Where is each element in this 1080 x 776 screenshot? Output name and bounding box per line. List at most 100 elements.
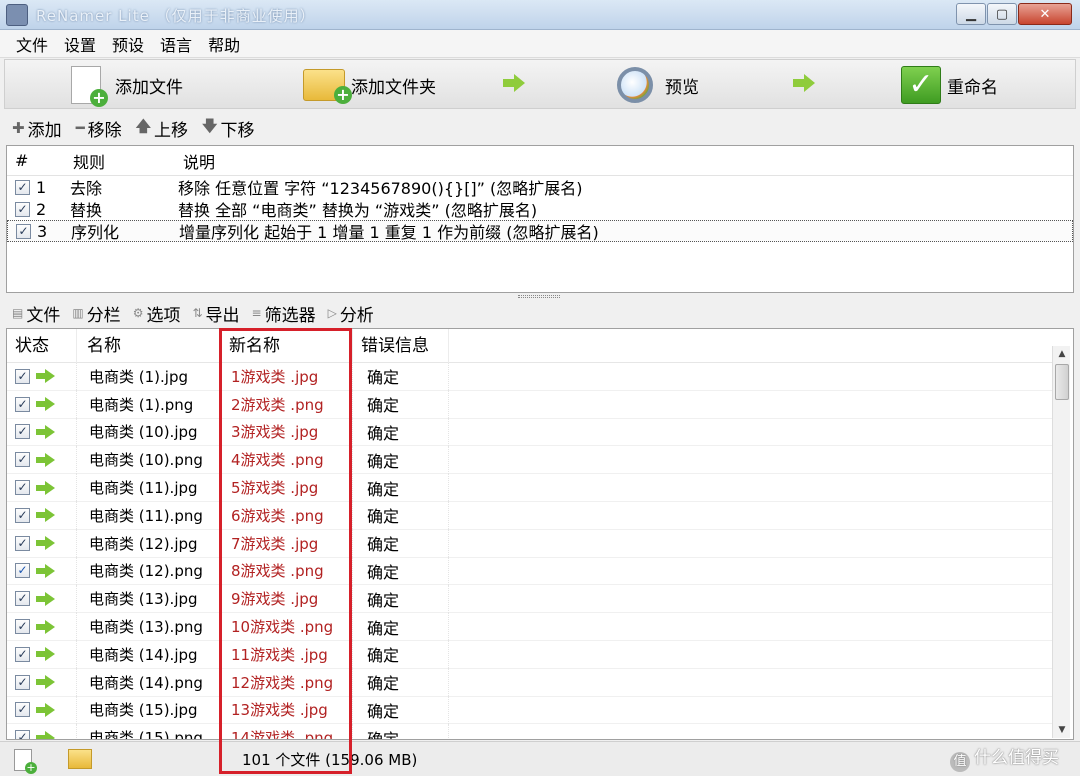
file-name: 电商类 (15).png xyxy=(77,723,221,739)
status-cell: ✓ xyxy=(7,668,77,697)
add-file-icon xyxy=(71,66,108,107)
arrow-right-icon xyxy=(36,563,56,578)
columns-menu-button[interactable]: ▥ 分栏 xyxy=(72,301,120,326)
arrow-right-icon xyxy=(36,591,56,606)
options-icon: ⚙ xyxy=(132,306,144,320)
preview-button[interactable]: 预览 xyxy=(617,64,699,106)
rule-row[interactable]: ✓ 1 去除 移除 任意位置 字符 “1234567890(){}[]” (忽略… xyxy=(7,176,1073,198)
file-name: 电商类 (1).jpg xyxy=(77,362,221,391)
file-name: 电商类 (14).png xyxy=(77,668,221,697)
file-row[interactable]: ✓ 电商类 (13).png 10游戏类 .png 确定 xyxy=(7,612,1053,641)
export-menu-button[interactable]: ⇅ 导出 xyxy=(192,301,239,326)
folder-search-status-icon[interactable] xyxy=(68,749,92,769)
file-checkbox[interactable]: ✓ xyxy=(15,452,30,468)
status-cell: ✓ xyxy=(7,557,77,585)
rule-checkbox[interactable]: ✓ xyxy=(15,201,30,217)
watermark: 值什么值得买 xyxy=(950,743,1059,772)
file-name: 电商类 (10).png xyxy=(77,445,221,474)
arrow-right-icon xyxy=(36,480,56,495)
menu-language[interactable]: 语言 xyxy=(152,32,200,56)
file-checkbox[interactable]: ✓ xyxy=(15,730,30,739)
scroll-up-arrow-icon[interactable]: ▲ xyxy=(1053,346,1071,362)
file-row[interactable]: ✓ 电商类 (15).png 14游戏类 .png 确定 xyxy=(7,723,1053,739)
file-checkbox[interactable]: ✓ xyxy=(15,646,30,662)
move-up-button[interactable]: 🡅 上移 xyxy=(136,116,188,141)
status-cell: ✓ xyxy=(7,612,77,641)
add-rule-label: 添加 xyxy=(27,120,62,141)
files-col-status[interactable]: 状态 xyxy=(7,329,77,363)
rules-col-rule[interactable]: 规则 xyxy=(65,149,175,173)
move-down-button[interactable]: 🡇 下移 xyxy=(202,116,254,141)
menu-presets[interactable]: 预设 xyxy=(104,32,152,56)
rules-col-description[interactable]: 说明 xyxy=(175,149,215,173)
file-row[interactable]: ✓ 电商类 (1).png 2游戏类 .png 确定 xyxy=(7,390,1053,419)
file-checkbox[interactable]: ✓ xyxy=(15,480,30,496)
menu-settings[interactable]: 设置 xyxy=(56,32,104,56)
file-checkbox[interactable]: ✓ xyxy=(15,535,30,551)
scroll-down-arrow-icon[interactable]: ▼ xyxy=(1053,722,1071,738)
add-file-status-icon[interactable] xyxy=(14,749,37,774)
arrow-right-icon xyxy=(503,74,525,92)
file-row[interactable]: ✓ 电商类 (12).jpg 7游戏类 .jpg 确定 xyxy=(7,529,1053,558)
maximize-button[interactable]: ▢ xyxy=(987,3,1017,25)
menu-help[interactable]: 帮助 xyxy=(200,32,248,56)
options-menu-button[interactable]: ⚙ 选项 xyxy=(133,301,181,326)
file-checkbox[interactable]: ✓ xyxy=(15,702,30,718)
file-row[interactable]: ✓ 电商类 (1).jpg 1游戏类 .jpg 确定 xyxy=(7,362,1053,391)
export-icon: ⇅ xyxy=(192,306,203,320)
rule-row[interactable]: ✓ 2 替换 替换 全部 “电商类” 替换为 “游戏类” (忽略扩展名) xyxy=(7,198,1073,220)
file-checkbox[interactable]: ✓ xyxy=(15,619,30,635)
file-checkbox[interactable]: ✓ xyxy=(15,396,30,412)
file-checkbox[interactable]: ✓ xyxy=(15,563,30,579)
scroll-thumb[interactable] xyxy=(1055,364,1069,400)
arrow-right-icon xyxy=(36,508,56,523)
file-checkbox[interactable]: ✓ xyxy=(15,368,30,384)
remove-rule-button[interactable]: ━ 移除 xyxy=(76,116,122,141)
file-error-info: 确定 xyxy=(353,612,449,641)
analyze-menu-button[interactable]: ▷ 分析 xyxy=(328,301,374,326)
export-menu-label: 导出 xyxy=(205,305,240,326)
rules-col-number[interactable]: # xyxy=(7,151,65,170)
status-cell: ✓ xyxy=(7,696,77,724)
rule-number: 1 xyxy=(36,177,47,197)
add-files-button[interactable]: 添加文件 xyxy=(71,64,183,107)
file-row[interactable]: ✓ 电商类 (11).jpg 5游戏类 .jpg 确定 xyxy=(7,473,1053,502)
rule-row-selected[interactable]: ✓ 3 序列化 增量序列化 起始于 1 增量 1 重复 1 作为前缀 (忽略扩展… xyxy=(7,220,1073,242)
status-cell: ✓ xyxy=(7,390,77,419)
file-name: 电商类 (1).png xyxy=(77,390,221,419)
file-name: 电商类 (15).jpg xyxy=(77,696,221,724)
file-checkbox[interactable]: ✓ xyxy=(15,424,30,440)
files-col-error[interactable]: 错误信息 xyxy=(353,329,449,363)
file-checkbox[interactable]: ✓ xyxy=(15,591,30,607)
files-col-name[interactable]: 名称 xyxy=(77,329,221,363)
minimize-button[interactable]: ▁ xyxy=(956,3,986,25)
file-row[interactable]: ✓ 电商类 (14).png 12游戏类 .png 确定 xyxy=(7,668,1053,697)
menu-file[interactable]: 文件 xyxy=(8,32,56,56)
files-menu-button[interactable]: ▤ 文件 xyxy=(12,301,60,326)
file-row[interactable]: ✓ 电商类 (10).jpg 3游戏类 .jpg 确定 xyxy=(7,418,1053,447)
file-checkbox[interactable]: ✓ xyxy=(15,507,30,523)
file-row[interactable]: ✓ 电商类 (10).png 4游戏类 .png 确定 xyxy=(7,445,1053,475)
rule-checkbox[interactable]: ✓ xyxy=(15,179,30,195)
file-row[interactable]: ✓ 电商类 (11).png 6游戏类 .png 确定 xyxy=(7,501,1053,530)
files-scrollbar[interactable]: ▲ ▼ xyxy=(1052,346,1070,738)
close-button[interactable]: ✕ xyxy=(1018,3,1072,25)
file-checkbox[interactable]: ✓ xyxy=(15,674,30,690)
rule-checkbox[interactable]: ✓ xyxy=(16,223,31,239)
arrow-right-icon xyxy=(36,619,56,634)
file-row[interactable]: ✓ 电商类 (13).jpg 9游戏类 .jpg 确定 xyxy=(7,584,1053,614)
add-folders-button[interactable]: 添加文件夹 xyxy=(303,64,436,106)
watermark-text: 什么值得买 xyxy=(974,748,1059,768)
window-title: ReNamer Lite （仅用于非商业使用） xyxy=(36,7,316,25)
file-row[interactable]: ✓ 电商类 (12).png 8游戏类 .png 确定 xyxy=(7,557,1053,586)
arrow-right-icon xyxy=(36,536,56,551)
file-row[interactable]: ✓ 电商类 (15).jpg 13游戏类 .jpg 确定 xyxy=(7,696,1053,725)
add-rule-button[interactable]: ✚ 添加 xyxy=(12,116,62,141)
rename-button[interactable]: ✓ 重命名 xyxy=(901,64,998,106)
panel-splitter[interactable] xyxy=(518,295,560,298)
file-row[interactable]: ✓ 电商类 (14).jpg 11游戏类 .jpg 确定 xyxy=(7,640,1053,669)
app-icon xyxy=(6,4,28,26)
menu-bar: 文件 设置 预设 语言 帮助 xyxy=(0,30,1080,58)
filter-menu-button[interactable]: ≡ 筛选器 xyxy=(252,301,316,326)
columns-menu-label: 分栏 xyxy=(86,305,121,326)
